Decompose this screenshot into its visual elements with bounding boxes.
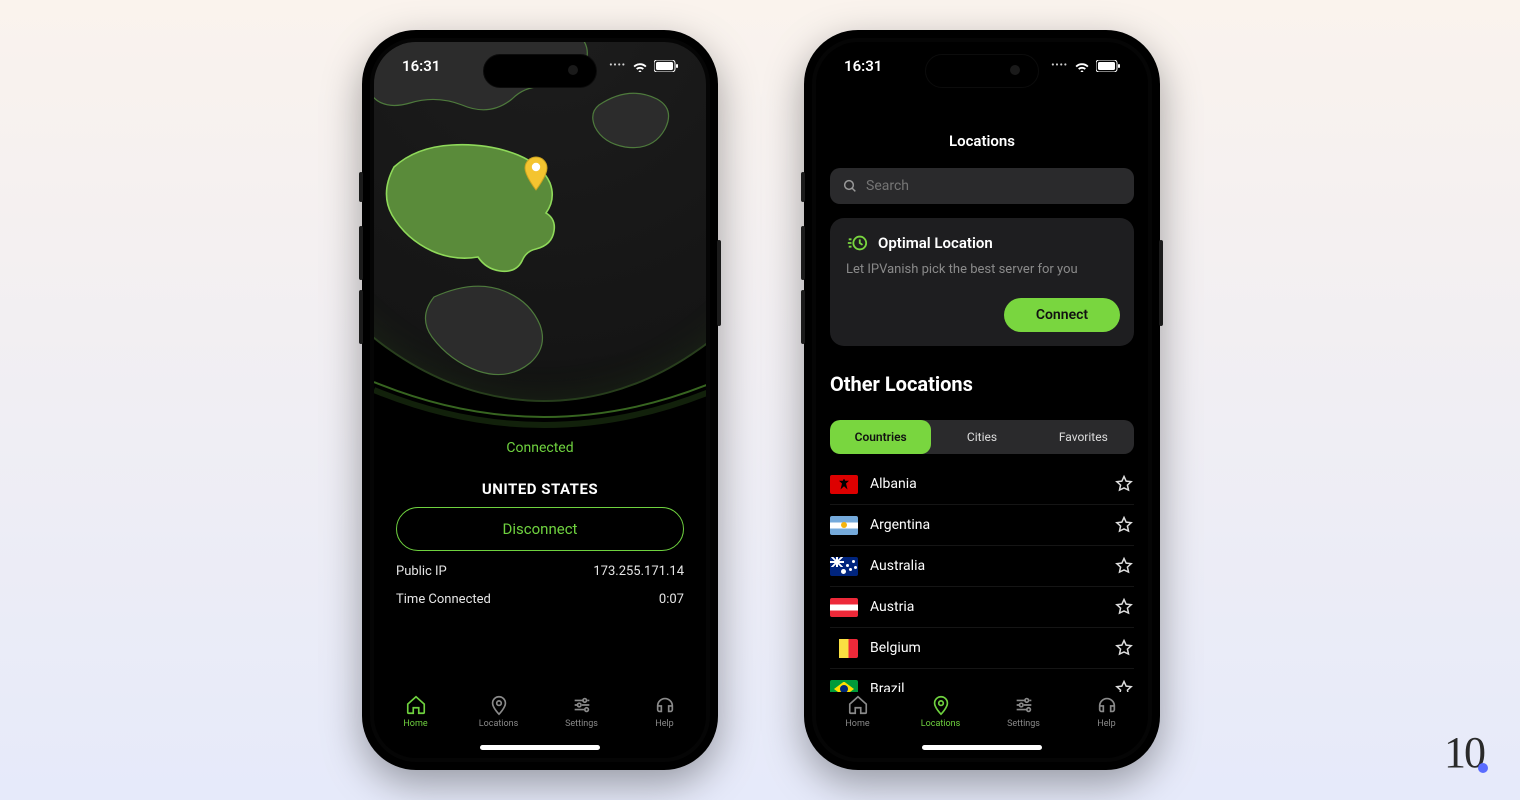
tab-locations[interactable]: Locations [899, 678, 982, 744]
flag-icon [830, 598, 858, 617]
wifi-icon [1074, 60, 1090, 72]
country-row[interactable]: Austria [830, 587, 1134, 628]
tab-home[interactable]: Home [816, 678, 899, 744]
optimal-title: Optimal Location [878, 234, 993, 252]
volume-button [359, 226, 363, 280]
flag-icon [830, 516, 858, 535]
segment-cities[interactable]: Cities [931, 420, 1032, 454]
power-button [1159, 240, 1163, 326]
location-icon [488, 694, 510, 716]
volume-button [359, 290, 363, 344]
time-connected-label: Time Connected [396, 592, 491, 607]
flag-icon [830, 639, 858, 658]
tab-home[interactable]: Home [374, 678, 457, 744]
connection-status: Connected [374, 440, 706, 456]
favorite-toggle[interactable] [1114, 638, 1134, 658]
segment-countries[interactable]: Countries [830, 420, 931, 454]
settings-icon [1013, 694, 1035, 716]
flag-icon [830, 475, 858, 494]
tab-locations[interactable]: Locations [457, 678, 540, 744]
favorite-toggle[interactable] [1114, 515, 1134, 535]
flag-icon [830, 557, 858, 576]
tab-help[interactable]: Help [1065, 678, 1148, 744]
favorite-toggle[interactable] [1114, 597, 1134, 617]
search-field[interactable] [866, 178, 1122, 194]
country-row[interactable]: Albania [830, 464, 1134, 505]
status-time: 16:31 [402, 57, 440, 75]
volume-button [801, 172, 805, 202]
optimal-subtitle: Let IPVanish pick the best server for yo… [846, 262, 1118, 277]
country-row[interactable]: Belgium [830, 628, 1134, 669]
cellular-icon: •••• [609, 61, 626, 71]
volume-button [801, 290, 805, 344]
page-title: Locations [816, 132, 1148, 150]
dynamic-island [925, 54, 1039, 88]
home-icon [847, 694, 869, 716]
volume-button [359, 172, 363, 202]
search-icon [842, 178, 858, 194]
segment-control: Countries Cities Favorites [830, 420, 1134, 454]
tab-settings[interactable]: Settings [982, 678, 1065, 744]
help-icon [1096, 694, 1118, 716]
home-indicator [480, 745, 600, 750]
phone-home: 16:31 •••• [362, 30, 718, 770]
volume-button [801, 226, 805, 280]
location-icon [930, 694, 952, 716]
disconnect-button[interactable]: Disconnect [396, 507, 684, 551]
globe-map [374, 42, 706, 402]
country-row[interactable]: Argentina [830, 505, 1134, 546]
public-ip-value: 173.255.171.14 [593, 564, 684, 579]
settings-icon [571, 694, 593, 716]
watermark: 10 [1444, 727, 1494, 778]
battery-icon [1096, 60, 1120, 72]
connect-button[interactable]: Connect [1004, 298, 1120, 332]
other-locations-heading: Other Locations [830, 372, 973, 396]
public-ip-label: Public IP [396, 564, 447, 579]
power-button [717, 240, 721, 326]
home-icon [405, 694, 427, 716]
time-connected-value: 0:07 [659, 592, 684, 607]
battery-icon [654, 60, 678, 72]
home-indicator [922, 745, 1042, 750]
status-time: 16:31 [844, 57, 882, 75]
favorite-toggle[interactable] [1114, 474, 1134, 494]
tab-help[interactable]: Help [623, 678, 706, 744]
help-icon [654, 694, 676, 716]
dynamic-island [483, 54, 597, 88]
country-list[interactable]: Albania Argentina Australia Austria [830, 464, 1134, 692]
favorite-toggle[interactable] [1114, 556, 1134, 576]
optimal-location-card: Optimal Location Let IPVanish pick the b… [830, 218, 1134, 346]
tab-settings[interactable]: Settings [540, 678, 623, 744]
connected-country: UNITED STATES [374, 480, 706, 498]
segment-favorites[interactable]: Favorites [1033, 420, 1134, 454]
search-input[interactable] [830, 168, 1134, 204]
country-row[interactable]: Australia [830, 546, 1134, 587]
wifi-icon [632, 60, 648, 72]
cellular-icon: •••• [1051, 61, 1068, 71]
speed-icon [846, 232, 868, 254]
phone-locations: 16:31 •••• Locations Optimal Location Le… [804, 30, 1160, 770]
